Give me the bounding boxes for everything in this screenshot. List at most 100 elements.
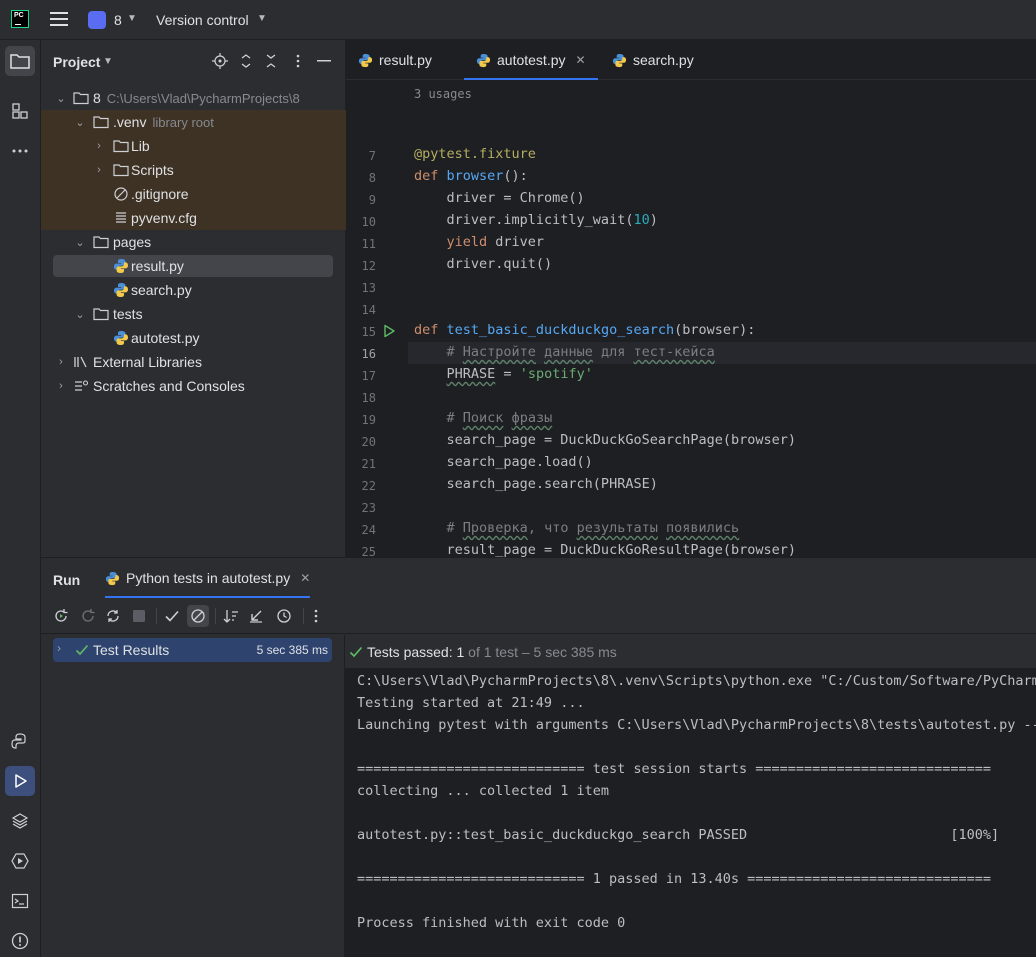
test-results-row[interactable]: › Test Results 5 sec 385 ms [53, 638, 332, 662]
chevron-down-icon[interactable]: ⌄ [74, 236, 86, 249]
chevron-right-icon[interactable]: › [93, 140, 105, 152]
tree-item-pages[interactable]: ⌄ pages [41, 230, 346, 254]
chevron-right-icon[interactable]: › [93, 164, 105, 176]
tree-item-label: tests [113, 306, 143, 322]
tree-item-project-root[interactable]: ⌄ 8 C:\Users\Vlad\PycharmProjects\8 [41, 86, 346, 110]
ignore-file-icon [114, 187, 128, 201]
tab-label: autotest.py [497, 52, 566, 68]
show-ignored-icon[interactable] [187, 605, 209, 627]
tab-result-py[interactable]: result.py [358, 40, 432, 80]
console-output[interactable]: Tests passed: 1 of 1 test – 5 sec 385 ms… [345, 635, 1036, 957]
tree-item-lib[interactable]: › Lib [41, 134, 346, 158]
chevron-right-icon[interactable]: › [55, 356, 67, 368]
folder-icon [73, 92, 89, 105]
close-icon[interactable]: ✕ [576, 53, 586, 67]
tree-item-external-libraries[interactable]: › External Libraries [41, 350, 346, 374]
project-tool-folder-icon[interactable] [5, 46, 35, 76]
show-passed-check-icon[interactable] [163, 607, 181, 625]
terminal-icon[interactable] [5, 886, 35, 916]
tree-item-label: .venv [113, 114, 147, 130]
test-results-duration: 5 sec 385 ms [256, 643, 328, 657]
chevron-down-icon[interactable]: ▼ [257, 13, 267, 24]
python-packages-icon[interactable] [5, 726, 35, 756]
usages-hint[interactable]: 3 usages [414, 87, 472, 101]
rerun-icon[interactable] [52, 607, 70, 625]
tree-item-label: .gitignore [131, 186, 189, 202]
history-icon[interactable] [275, 607, 293, 625]
rerun-failed-icon[interactable] [79, 607, 97, 625]
passed-check-icon [75, 644, 89, 656]
import-tests-icon[interactable] [247, 607, 265, 625]
more-tools-icon[interactable] [5, 136, 35, 166]
run-test-gutter-icon[interactable] [382, 324, 396, 338]
line-number: 15 [361, 325, 376, 339]
tab-search-py[interactable]: search.py [612, 40, 694, 80]
tree-item-autotest-py[interactable]: autotest.py [41, 326, 346, 350]
tree-item-search-py[interactable]: search.py [41, 278, 346, 302]
code-line: PHRASE = 'spotify' [446, 366, 593, 382]
line-number: 11 [361, 237, 376, 251]
code-line: search_page = DuckDuckGoSearchPage(brows… [414, 432, 797, 448]
tree-item-scripts[interactable]: › Scripts [41, 158, 346, 182]
version-control-menu[interactable]: Version control [156, 12, 249, 28]
code-area[interactable]: 3 usages 7 @pytest.fixture 8 def browser… [346, 80, 1036, 557]
chevron-right-icon[interactable]: › [55, 380, 67, 392]
project-switcher[interactable]: 8 [114, 12, 122, 28]
tree-item-gitignore[interactable]: .gitignore [41, 182, 346, 206]
line-number: 7 [368, 149, 376, 163]
tab-autotest-py[interactable]: autotest.py ✕ [464, 40, 598, 80]
hide-panel-icon[interactable] [316, 53, 332, 69]
toolbar-separator [156, 608, 157, 624]
collapse-all-icon[interactable] [263, 53, 279, 69]
tree-item-venv[interactable]: ⌄ .venv library root [41, 110, 346, 134]
python-tests-icon [105, 571, 120, 585]
chevron-down-icon[interactable]: ⌄ [55, 92, 67, 105]
folder-icon [93, 236, 109, 249]
chevron-down-icon[interactable]: ▼ [103, 56, 113, 67]
tests-passed-detail: of 1 test – 5 sec 385 ms [464, 644, 617, 660]
project-color-icon[interactable] [88, 11, 106, 29]
pycharm-logo-icon[interactable]: PC [11, 10, 29, 28]
run-config-tab[interactable]: Python tests in autotest.py ✕ [105, 558, 311, 598]
tab-label: search.py [633, 52, 694, 68]
close-icon[interactable]: ✕ [300, 571, 310, 585]
line-number: 19 [361, 413, 376, 427]
code-line: driver.quit() [414, 256, 553, 272]
tree-item-label: 8 [93, 90, 101, 106]
main-menu-icon[interactable] [50, 12, 68, 28]
chevron-down-icon[interactable]: ⌄ [74, 308, 86, 321]
more-options-icon[interactable] [307, 607, 325, 625]
python-file-icon [476, 53, 491, 67]
code-line: # Проверка, что результаты появились [446, 520, 740, 536]
structure-icon[interactable] [5, 96, 35, 126]
python-file-icon [114, 259, 128, 273]
chevron-down-icon[interactable]: ⌄ [74, 116, 86, 129]
console-line: Testing started at 21:49 ... [357, 695, 585, 711]
scratches-icon [75, 380, 89, 391]
expand-all-icon[interactable] [238, 53, 254, 69]
chevron-down-icon[interactable]: ▼ [127, 13, 137, 24]
locate-icon[interactable] [212, 53, 228, 69]
tree-item-scratches[interactable]: › Scratches and Consoles [41, 374, 346, 398]
run-tool-icon[interactable] [5, 766, 35, 796]
tree-item-result-py[interactable]: result.py [41, 254, 346, 278]
chevron-right-icon[interactable]: › [57, 641, 61, 655]
options-icon[interactable] [290, 53, 306, 69]
line-number: 17 [361, 369, 376, 383]
sort-icon[interactable] [222, 607, 240, 625]
test-results-tree: › Test Results 5 sec 385 ms [41, 635, 345, 957]
test-results-label: Test Results [93, 642, 170, 658]
tree-item-label: External Libraries [93, 354, 202, 370]
toggle-auto-test-icon[interactable] [104, 607, 122, 625]
line-number: 16 [361, 347, 376, 361]
run-panel-title[interactable]: Run [53, 572, 80, 588]
line-number: 25 [361, 545, 376, 557]
project-panel-title[interactable]: Project [53, 54, 100, 70]
tree-item-tests[interactable]: ⌄ tests [41, 302, 346, 326]
tree-item-pyvenv-cfg[interactable]: pyvenv.cfg [41, 206, 346, 230]
folder-icon [113, 164, 129, 177]
services-icon[interactable] [5, 846, 35, 876]
stop-icon[interactable] [130, 607, 148, 625]
layers-icon[interactable] [5, 806, 35, 836]
problems-icon[interactable] [5, 926, 35, 956]
